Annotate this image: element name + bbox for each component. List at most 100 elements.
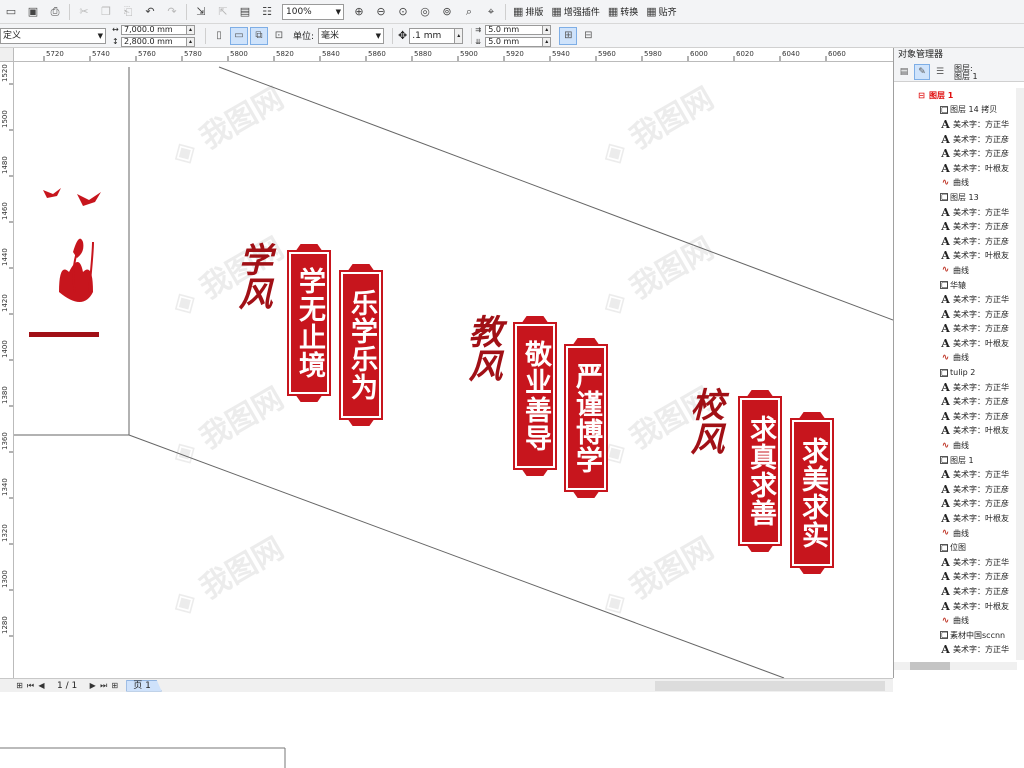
zoom-out-icon[interactable]: ⊖ (373, 4, 389, 20)
dup-x-spinner[interactable]: ▴ (543, 24, 552, 35)
edit-across-layers-icon[interactable]: ✎ (914, 63, 930, 80)
object-tree-item[interactable]: A 美术字：方正华 (894, 380, 1017, 395)
first-page-icon[interactable]: ⏮ (25, 681, 36, 691)
object-tree-item[interactable]: ∿ 曲线 (894, 613, 1017, 628)
zoom-select[interactable]: 100% ▼ (282, 3, 344, 20)
vertical-scrollbar[interactable] (1016, 88, 1024, 660)
object-tree-item[interactable]: A 美术字：叶根友 (894, 599, 1017, 614)
landscape-icon[interactable]: ▭ (230, 26, 248, 45)
object-tree-item[interactable]: ∿ 曲线 (894, 176, 1017, 191)
scroll-thumb[interactable] (910, 662, 950, 670)
copy-icon[interactable]: ❐ (98, 4, 114, 20)
object-tree-item[interactable]: A 美术字：方正彦 (894, 132, 1017, 147)
current-page-icon[interactable]: ⊡ (270, 27, 288, 45)
page-tab[interactable]: 页 1 (126, 679, 162, 692)
object-tree-item[interactable]: ▢ 图层 13 (894, 190, 1017, 205)
portrait-icon[interactable]: ▯ (210, 27, 228, 45)
object-tree-item[interactable]: A 美术字：方正彦 (894, 482, 1017, 497)
object-tree-item[interactable]: A 美术字：方正彦 (894, 584, 1017, 599)
page-height-field[interactable]: 2,800.0 mm (121, 36, 187, 47)
treat-as-filled-icon[interactable]: ⊟ (579, 27, 597, 45)
drawing-canvas[interactable]: ◈ 我图网 ◈ 我图网 ◈ 我图网 ◈ 我图网 ◈ 我图网 ◈ 我图网 ◈ 我图… (14, 62, 893, 678)
ruler-corner[interactable] (0, 48, 14, 62)
object-tree-item[interactable]: A 美术字：方正彦 (894, 409, 1017, 424)
page-width-field[interactable]: 7,000.0 mm (121, 24, 187, 35)
slogan-banner[interactable]: 乐学乐为 (339, 270, 383, 420)
object-tree-item[interactable]: ⊟ 图层 1 (894, 88, 1017, 103)
object-tree-item[interactable]: A 美术字：方正彦 (894, 146, 1017, 161)
nudge-spinner[interactable]: ▴ (455, 27, 464, 44)
object-tree-item[interactable]: ∿ 曲线 (894, 351, 1017, 366)
unit-select[interactable]: 毫米 ▼ (318, 27, 385, 44)
undo-icon[interactable]: ↶ (142, 4, 158, 20)
open-icon[interactable]: ▭ (3, 4, 19, 20)
object-tree-item[interactable]: A 美术字：方正彦 (894, 234, 1017, 249)
zoom-all-icon[interactable]: ◎ (417, 4, 433, 20)
zoom-width-icon[interactable]: ⌕ (461, 4, 477, 20)
import-icon[interactable]: ⇲ (193, 4, 209, 20)
save-icon[interactable]: ▣ (25, 4, 41, 20)
object-tree-item[interactable]: ▢ 素材中国sccnn (894, 628, 1017, 643)
publish-icon[interactable]: ▤ (237, 4, 253, 20)
paste-icon[interactable]: ⎗ (120, 4, 136, 20)
zoom-height-icon[interactable]: ⌖ (483, 4, 499, 20)
object-tree-item[interactable]: ▢ 华辕 (894, 278, 1017, 293)
launcher-icon[interactable]: ☷ (259, 4, 275, 20)
print-icon[interactable]: ⎙ (47, 4, 63, 20)
zoom-in-icon[interactable]: ⊕ (351, 4, 367, 20)
slogan-banner[interactable]: 求真求善 (738, 396, 782, 546)
page-height-spinner[interactable]: ▴ (187, 36, 195, 47)
object-tree-item[interactable]: ▢ 位图 (894, 540, 1017, 555)
all-pages-icon[interactable]: ⧉ (250, 26, 268, 45)
object-tree-item[interactable]: A 美术字：方正彦 (894, 219, 1017, 234)
snap-button[interactable]: ▦ 贴齐 (642, 3, 680, 21)
cut-icon[interactable]: ✂ (76, 4, 92, 20)
calligraphy-heading[interactable]: 学风 (232, 242, 272, 310)
object-tree-item[interactable]: ▢ 图层 14 拷贝 (894, 103, 1017, 118)
nudge-field[interactable]: .1 mm (409, 27, 456, 44)
page-preset-select[interactable]: 定义 ▼ (0, 27, 106, 44)
units-icon[interactable]: ⊞ (559, 26, 578, 45)
horizontal-scrollbar[interactable] (655, 681, 885, 691)
layout-button[interactable]: ▦ 排版 (509, 3, 547, 21)
object-tree-item[interactable]: A 美术字：叶根友 (894, 511, 1017, 526)
add-page-after-icon[interactable]: ⊞ (109, 681, 120, 690)
object-tree-item[interactable]: A 美术字：方正彦 (894, 570, 1017, 585)
page-width-spinner[interactable]: ▴ (187, 24, 195, 35)
slogan-banner[interactable]: 敬业善导 (513, 322, 557, 470)
calligraphy-heading[interactable]: 教风 (462, 314, 502, 382)
add-page-icon[interactable]: ⊞ (14, 681, 25, 690)
object-tree-item[interactable]: A 美术字：方正华 (894, 467, 1017, 482)
object-tree-item[interactable]: A 美术字：方正华 (894, 292, 1017, 307)
object-tree-item[interactable]: ▢ tulip 2 (894, 365, 1017, 380)
slogan-banner[interactable]: 求美求实 (790, 418, 834, 568)
object-tree-item[interactable]: A 美术字：方正彦 (894, 322, 1017, 337)
vertical-ruler[interactable]: 1520 1500 1480 1460 1440 1420 1400 1380 1360 1340… (0, 62, 14, 678)
calligraphy-heading[interactable]: 校风 (684, 387, 724, 455)
object-tree-item[interactable]: ∿ 曲线 (894, 526, 1017, 541)
object-tree-item[interactable]: A 美术字：方正彦 (894, 394, 1017, 409)
object-tree-item[interactable]: ▢ 图层 1 (894, 453, 1017, 468)
object-tree-item[interactable]: A 美术字：叶根友 (894, 161, 1017, 176)
object-tree-item[interactable]: A 美术字：方正华 (894, 555, 1017, 570)
plugin-button[interactable]: ▦ 增强插件 (547, 3, 603, 21)
prev-page-icon[interactable]: ◀ (36, 681, 47, 690)
object-tree-item[interactable]: A 美术字：叶根友 (894, 424, 1017, 439)
object-tree-item[interactable]: A 美术字：叶根友 (894, 249, 1017, 264)
zoom-page-icon[interactable]: ⊚ (439, 4, 455, 20)
layer-manager-icon[interactable]: ☰ (932, 64, 948, 80)
slogan-banner[interactable]: 严谨博学 (564, 344, 608, 492)
object-tree-item[interactable]: A 美术字：叶根友 (894, 336, 1017, 351)
horizontal-scrollbar[interactable] (894, 662, 1017, 670)
dup-y-field[interactable]: 5.0 mm (485, 36, 544, 47)
object-tree-item[interactable]: A 美术字：方正彦 (894, 497, 1017, 512)
horizontal-ruler[interactable]: 5720 5740 5760 5780 5800 5820 5840 5860 5880 5900… (14, 48, 893, 62)
object-tree-item[interactable]: ∿ 曲线 (894, 438, 1017, 453)
show-properties-icon[interactable]: ▤ (896, 64, 912, 80)
dup-y-spinner[interactable]: ▴ (543, 36, 552, 47)
convert-button[interactable]: ▦ 转换 (604, 3, 642, 21)
object-tree-item[interactable]: A 美术字：方正华 (894, 117, 1017, 132)
object-tree-item[interactable]: ∿ 曲线 (894, 263, 1017, 278)
object-tree-item[interactable]: A 美术字：方正华 (894, 643, 1017, 658)
dup-x-field[interactable]: 5.0 mm (485, 24, 544, 35)
